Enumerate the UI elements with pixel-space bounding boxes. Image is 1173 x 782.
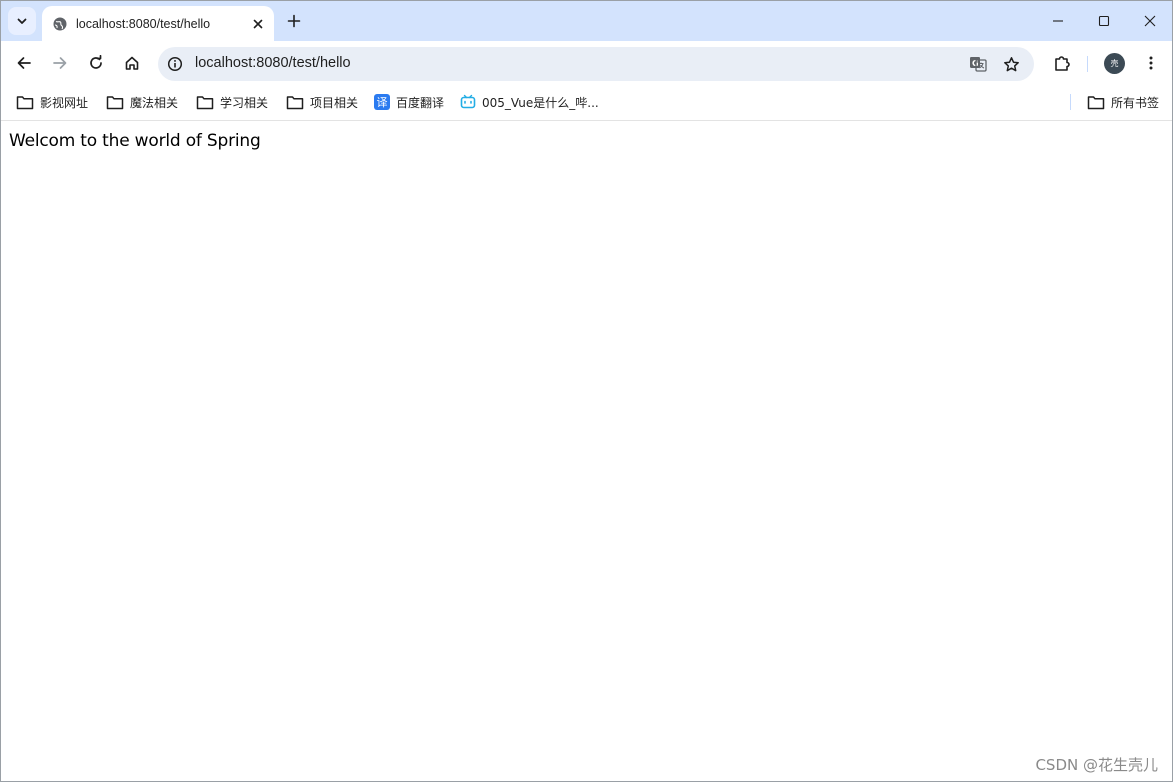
arrow-left-icon (17, 57, 31, 69)
page-body-text: Welcom to the world of Spring (9, 131, 261, 151)
baidu-translate-icon: 译 (374, 94, 390, 110)
bookmark-bilibili-vue[interactable]: 005_Vue是什么_哔... (460, 93, 599, 111)
globe-icon (53, 17, 67, 30)
address-bar[interactable]: localhost:8080/test/hello G (158, 47, 1034, 81)
plus-icon (287, 14, 301, 28)
page-content: Welcom to the world of Spring CSDN @花生壳儿 (1, 122, 1172, 781)
info-icon (167, 56, 183, 72)
arrow-right-icon (53, 57, 67, 69)
bookmark-label: 影视网址 (40, 95, 89, 110)
tab-title: localhost:8080/test/hello (76, 16, 211, 31)
minimize-icon (1053, 20, 1063, 22)
bookmark-star-button[interactable] (1001, 54, 1021, 74)
bookmarks-bar: 影视网址 魔法相关 学习相关 项目相关 译 百度翻译 005_Vue是什么_哔.… (1, 85, 1172, 121)
close-icon (253, 19, 263, 28)
toolbar: localhost:8080/test/hello G 壳 (1, 41, 1172, 85)
folder-icon (16, 95, 34, 109)
reload-icon (90, 55, 102, 69)
folder-icon (106, 95, 124, 109)
csdn-watermark: CSDN @花生壳儿 (1035, 756, 1158, 774)
all-bookmarks-button[interactable]: 所有书签 (1087, 93, 1159, 111)
bookmark-label: 百度翻译 (396, 95, 445, 110)
bookmark-label: 项目相关 (310, 95, 359, 110)
bookmark-folder-xiangmu[interactable]: 项目相关 (286, 93, 358, 111)
close-icon (1144, 15, 1156, 27)
folder-icon (286, 95, 304, 109)
tab-strip: localhost:8080/test/hello (1, 1, 1172, 41)
toolbar-divider (1087, 56, 1088, 72)
reload-button[interactable] (82, 49, 110, 77)
home-button[interactable] (118, 49, 146, 77)
bookmarks-divider (1070, 94, 1071, 110)
tab-close-button[interactable] (248, 14, 268, 34)
tab-active[interactable]: localhost:8080/test/hello (42, 6, 274, 41)
bookmark-folder-xuexi[interactable]: 学习相关 (196, 93, 268, 111)
tab-search-button[interactable] (8, 7, 36, 35)
star-icon (1003, 56, 1019, 71)
folder-icon (196, 95, 214, 109)
bookmark-folder-yingshi[interactable]: 影视网址 (16, 93, 88, 111)
puzzle-icon (1055, 56, 1070, 71)
back-button[interactable] (10, 49, 38, 77)
minimize-button[interactable] (1035, 6, 1081, 36)
extensions-button[interactable] (1048, 49, 1076, 77)
url-text: localhost:8080/test/hello (195, 55, 351, 71)
home-icon (125, 56, 139, 70)
bookmark-label: 005_Vue是什么_哔... (482, 95, 599, 110)
chevron-down-icon (17, 18, 27, 24)
bookmark-label: 所有书签 (1111, 95, 1160, 110)
menu-button[interactable] (1137, 49, 1165, 77)
translate-icon: G (970, 57, 987, 72)
bookmark-label: 魔法相关 (130, 95, 179, 110)
profile-avatar-button[interactable]: 壳 (1104, 53, 1125, 74)
bookmark-folder-mofa[interactable]: 魔法相关 (106, 93, 178, 111)
maximize-button[interactable] (1081, 6, 1127, 36)
browser-window: localhost:8080/test/hello localhost:8080… (0, 0, 1173, 782)
maximize-icon (1098, 15, 1110, 27)
folder-icon (1087, 95, 1105, 109)
translate-button[interactable]: G (968, 54, 988, 74)
forward-button[interactable] (46, 49, 74, 77)
site-info-button[interactable] (165, 54, 185, 74)
bookmark-baidu-translate[interactable]: 译 百度翻译 (374, 93, 444, 111)
kebab-menu-icon (1149, 56, 1153, 70)
new-tab-button[interactable] (283, 10, 305, 32)
bilibili-icon (460, 94, 476, 109)
window-close-button[interactable] (1127, 6, 1172, 36)
bookmark-label: 学习相关 (220, 95, 269, 110)
